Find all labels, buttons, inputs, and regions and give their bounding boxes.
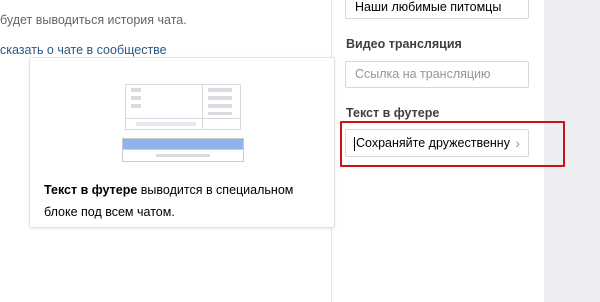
footer-text-label: Текст в футере	[346, 106, 440, 120]
footer-tooltip: Текст в футере выводится в специальном б…	[29, 57, 335, 228]
video-stream-label: Видео трансляция	[346, 37, 462, 51]
video-stream-input[interactable]: Ссылка на трансляцию	[345, 61, 529, 88]
community-link[interactable]: сказать о чате в сообществе	[0, 43, 167, 57]
chat-layout-illustration-icon	[122, 84, 244, 162]
tooltip-caption: Текст в футере выводится в специальном б…	[44, 179, 324, 223]
chat-history-note: будет выводиться история чата.	[0, 13, 187, 27]
chat-title-input[interactable]: Наши любимые питомцы	[345, 0, 529, 19]
highlight-box	[340, 121, 565, 167]
tooltip-caption-bold: Текст в футере	[44, 183, 138, 197]
